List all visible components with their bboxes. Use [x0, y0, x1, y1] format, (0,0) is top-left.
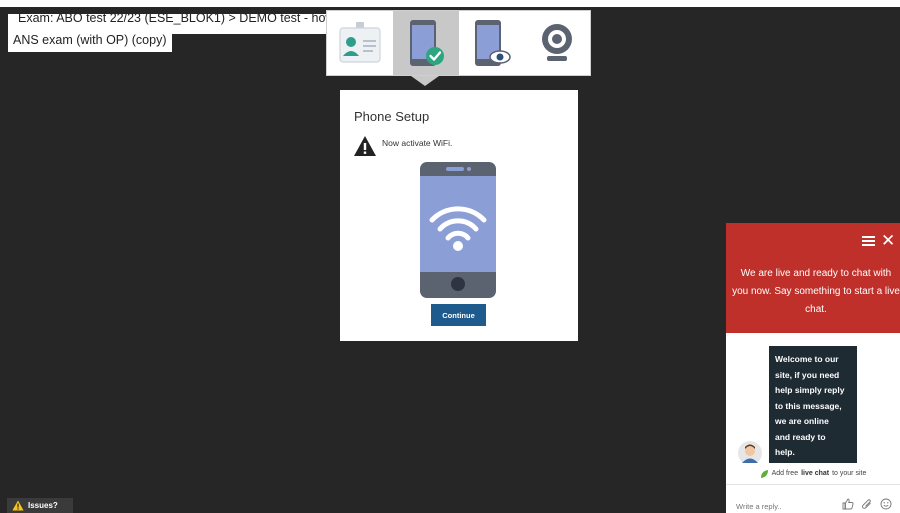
- bubble-line: to this message,: [775, 400, 842, 411]
- phone-setup-dialog: Phone Setup Now activate WiFi. Continue: [340, 90, 578, 341]
- step-phone-check[interactable]: [392, 11, 459, 75]
- warning-icon: [12, 500, 24, 511]
- phone-eye-icon: [475, 20, 512, 66]
- bubble-line: we are online: [775, 416, 829, 426]
- bubble-line: and ready to: [775, 431, 826, 442]
- thumbs-up-icon[interactable]: [842, 498, 854, 510]
- step-id-card[interactable]: [327, 11, 393, 75]
- chat-message-bubble: Welcome to our site, if you need help si…: [769, 346, 857, 463]
- chat-reply-input[interactable]: [736, 500, 826, 512]
- emoji-icon[interactable]: [880, 498, 892, 510]
- paperclip-icon[interactable]: [861, 498, 873, 510]
- menu-icon[interactable]: [862, 235, 875, 246]
- phone-check-icon: [409, 20, 444, 66]
- bubble-line: help simply reply: [775, 385, 845, 395]
- promo-suffix: to your site: [832, 470, 867, 477]
- bubble-line: help.: [775, 447, 795, 457]
- issues-label: Issues?: [28, 501, 58, 510]
- promo-prefix: Add free: [771, 470, 799, 477]
- continue-button[interactable]: Continue: [431, 304, 486, 326]
- chat-input-actions: [842, 498, 892, 510]
- top-strip: [0, 0, 900, 7]
- agent-avatar: [738, 441, 762, 463]
- close-icon[interactable]: ✕: [881, 232, 895, 249]
- exam-title-line2: ANS exam (with OP) (copy): [8, 30, 172, 52]
- leaf-icon: [760, 469, 768, 478]
- issues-button[interactable]: Issues?: [7, 498, 73, 513]
- setup-step-bar: [326, 10, 591, 76]
- active-step-pointer: [411, 76, 439, 86]
- chat-header: ✕ We are live and ready to chat with you…: [726, 223, 900, 333]
- phone-wifi-illustration: [420, 162, 496, 298]
- step-webcam[interactable]: [524, 11, 590, 75]
- chat-header-text: We are live and ready to chat with you n…: [732, 268, 900, 315]
- chat-promo-link[interactable]: Add free live chat to your site: [726, 463, 900, 485]
- id-card-icon: [339, 22, 381, 63]
- step-phone-eye[interactable]: [459, 11, 525, 75]
- webcam-icon: [542, 24, 573, 61]
- promo-bold: live chat: [801, 470, 830, 477]
- exam-title: Exam: ABO test 22/23 (ESE_BLOK1) > DEMO …: [8, 14, 326, 56]
- instruction-text: Now activate WiFi.: [382, 138, 453, 148]
- chat-messages: Welcome to our site, if you need help si…: [726, 333, 900, 463]
- dialog-title: Phone Setup: [354, 109, 430, 124]
- bubble-line: Welcome to our: [775, 354, 839, 364]
- bubble-line: site, if you need: [775, 369, 840, 380]
- warning-icon: [354, 136, 376, 156]
- live-chat-widget: ✕ We are live and ready to chat with you…: [726, 223, 900, 513]
